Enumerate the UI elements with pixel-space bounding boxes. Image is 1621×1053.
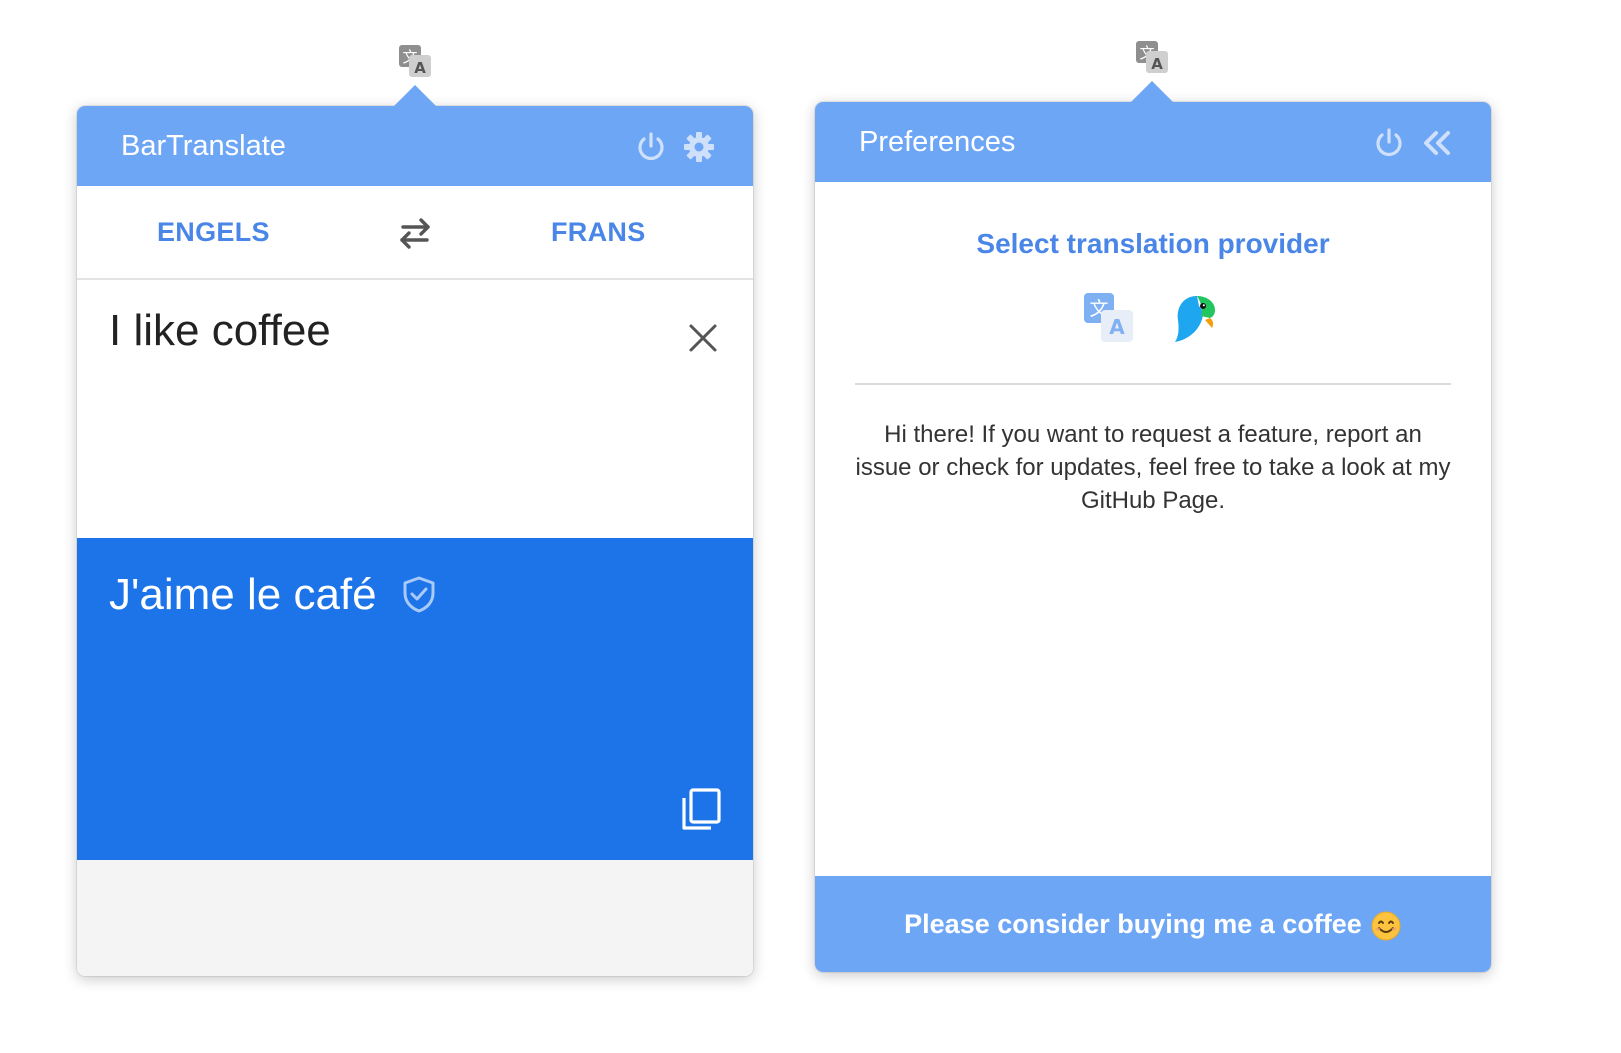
source-language-button[interactable]: ENGELS	[157, 186, 270, 278]
translator-footer	[77, 860, 753, 976]
svg-text:A: A	[1109, 315, 1125, 339]
translation-result-area: J'aime le café	[77, 538, 753, 860]
close-icon[interactable]	[683, 318, 723, 358]
info-text: Hi there! If you want to request a featu…	[855, 421, 1451, 514]
buy-coffee-button[interactable]: Please consider buying me a coffee	[815, 876, 1491, 972]
translate-tray-icon[interactable]: 文 A	[1134, 39, 1170, 75]
papago-parrot-icon[interactable]	[1167, 290, 1223, 346]
google-translate-icon[interactable]: 文 A	[1081, 290, 1137, 346]
translation-result-text: J'aime le café	[109, 570, 377, 619]
double-chevron-left-icon[interactable]	[1419, 125, 1455, 161]
shield-check-icon	[399, 574, 439, 614]
preferences-header: Preferences	[815, 102, 1491, 182]
divider	[855, 383, 1451, 385]
language-bar: ENGELS FRANS	[77, 186, 753, 280]
translator-header: BarTranslate	[77, 106, 753, 186]
power-icon[interactable]	[1371, 125, 1407, 161]
svg-text:A: A	[1151, 55, 1163, 73]
preferences-popover: Preferences Select translation provider …	[815, 81, 1491, 972]
provider-heading: Select translation provider	[976, 228, 1330, 259]
preferences-title: Preferences	[859, 126, 1016, 158]
popover-arrow	[1130, 81, 1174, 103]
app-title: BarTranslate	[121, 130, 286, 162]
popover-arrow	[393, 85, 437, 107]
target-language-button[interactable]: FRANS	[551, 186, 646, 278]
power-icon[interactable]	[633, 129, 669, 165]
source-text-input[interactable]: I like coffee	[109, 306, 331, 356]
swap-languages-icon[interactable]	[395, 213, 435, 253]
copy-icon[interactable]	[679, 786, 723, 832]
buy-coffee-label: Please consider buying me a coffee	[904, 909, 1362, 939]
svg-text:A: A	[414, 59, 426, 77]
translate-tray-icon[interactable]: 文 A	[397, 43, 433, 79]
smile-emoji-icon	[1370, 910, 1402, 942]
gear-icon[interactable]	[681, 129, 717, 165]
source-input-area[interactable]: I like coffee	[77, 280, 753, 538]
translator-popover: BarTranslate ENGELS FRANS I like coffee …	[77, 85, 753, 976]
